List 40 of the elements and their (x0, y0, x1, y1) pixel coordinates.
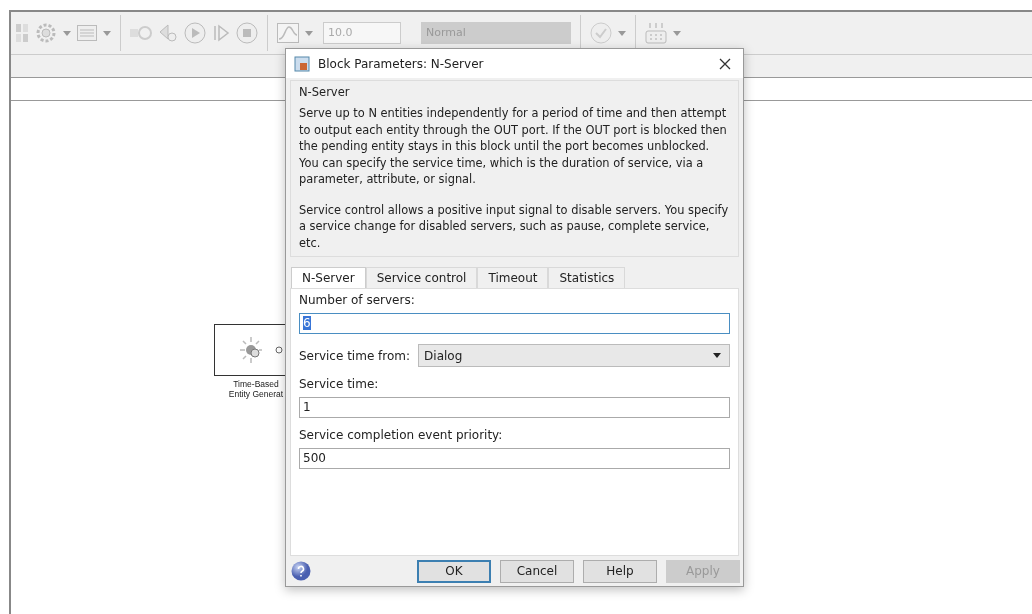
caret-icon (713, 353, 721, 358)
caret-icon[interactable] (305, 30, 313, 36)
field-label: Service completion event priority: (299, 428, 504, 442)
block-label: Entity Generat (228, 389, 284, 399)
settings-icon[interactable] (35, 22, 57, 44)
group-title: N-Server (299, 85, 351, 99)
block-icon (294, 55, 310, 72)
block-label: Time-Based (233, 379, 279, 389)
tab[interactable]: Service control (365, 267, 478, 288)
description-text: Service control allows a positive input signal to disable servers. You specify a service change for disabled servers, such as pause, complete service, etc. (299, 201, 730, 251)
library-icon[interactable] (15, 23, 29, 43)
scope-icon[interactable] (277, 23, 299, 43)
help-icon[interactable] (291, 561, 311, 581)
caret-icon[interactable] (673, 30, 681, 36)
description-text: Serve up to N entities independently for a period of time and then attempt to output each entity through the OUT port. If the OUT port is blocked then the pending entity stays in this block until the port becomes unblocked. You can specify the service time, which is the duration of service, via a parameter, attribute, or signal. (299, 105, 728, 188)
window-title: Block Parameters: N-Server (318, 56, 485, 71)
caret-icon[interactable] (63, 30, 71, 36)
dropdown[interactable]: Dialog (418, 344, 730, 367)
field-label: Number of servers: (299, 293, 416, 307)
caret-icon[interactable] (103, 30, 111, 36)
input-field[interactable]: 6 (299, 313, 730, 334)
stop-icon[interactable] (236, 22, 258, 44)
step-forward-icon[interactable] (212, 24, 230, 42)
close-icon[interactable] (719, 57, 731, 70)
dialog-button[interactable]: Help (583, 559, 657, 583)
caret-icon[interactable] (618, 30, 626, 36)
dialog-button[interactable]: Cancel (500, 559, 574, 583)
input-field[interactable]: 500 (299, 448, 730, 469)
play-icon[interactable] (184, 22, 206, 44)
check-icon[interactable] (590, 22, 612, 44)
field-label: Service time: (299, 377, 380, 391)
dialog-button[interactable]: OK (417, 559, 491, 583)
grid-icon[interactable] (77, 25, 97, 41)
input-field[interactable]: 1 (299, 397, 730, 418)
keyboard-icon[interactable] (645, 22, 667, 44)
tab[interactable]: N-Server (291, 267, 366, 288)
tab[interactable]: Timeout (477, 267, 549, 288)
tab[interactable]: Statistics (548, 267, 626, 288)
port-icon (275, 346, 283, 354)
field-label: Service time from: (299, 348, 411, 363)
